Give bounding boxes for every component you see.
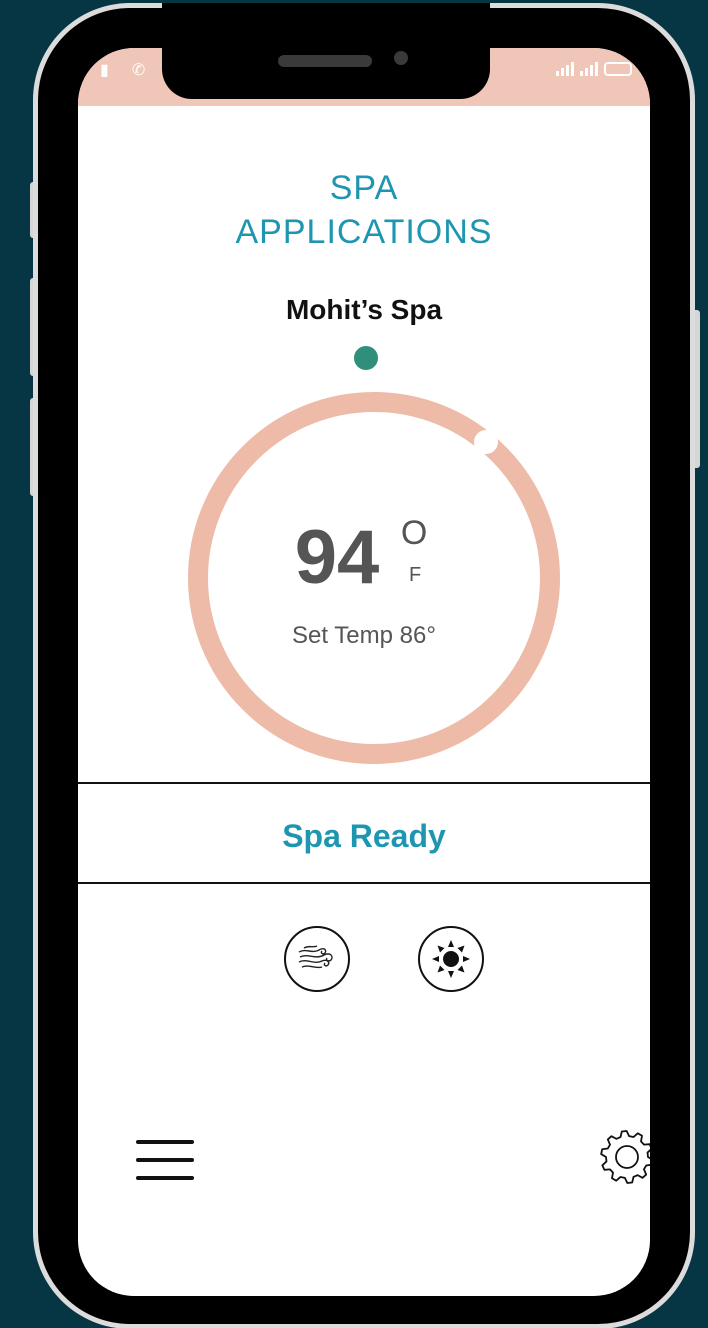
cell-signal-2-icon [580,62,598,76]
speaker-grille [278,55,372,67]
front-camera [394,51,408,65]
light-icon [432,940,470,978]
temperature-dial-handle[interactable] [474,430,498,454]
cell-signal-icon [556,62,574,76]
signal-small-icon: ▮ [100,60,109,79]
page-title: SPA APPLICATIONS [78,166,650,254]
jets-icon [298,945,333,969]
current-temperature: 94 O F [78,514,650,601]
divider-top [78,782,650,784]
temperature-value: 94 [294,515,380,600]
light-button[interactable] [418,926,484,992]
status-bar-left: ▮ ✆ [100,60,145,79]
jets-button[interactable] [284,926,350,992]
temperature-unit: F [409,564,422,586]
page-title-line-2: APPLICATIONS [235,213,493,251]
phone-frame: ▮ ✆ SPA APPLICATIONS Mohit’s Spa 94 O F … [38,3,690,1324]
online-status-dot [354,346,378,370]
divider-bottom [78,882,650,884]
phone-notch [162,3,490,99]
status-bar-right [556,62,632,76]
phone-call-icon: ✆ [131,60,146,79]
spa-name[interactable]: Mohit’s Spa [78,294,650,326]
power-side-button [690,310,700,468]
degree-symbol: O [400,514,428,552]
phone-screen: ▮ ✆ SPA APPLICATIONS Mohit’s Spa 94 O F … [78,48,650,1296]
battery-icon [604,62,632,76]
hamburger-menu-icon[interactable] [136,1140,194,1182]
spa-status-text: Spa Ready [282,818,446,854]
set-temperature-label: Set Temp 86° [292,622,436,649]
gear-icon[interactable] [598,1128,650,1186]
page-title-line-1: SPA [329,169,399,207]
